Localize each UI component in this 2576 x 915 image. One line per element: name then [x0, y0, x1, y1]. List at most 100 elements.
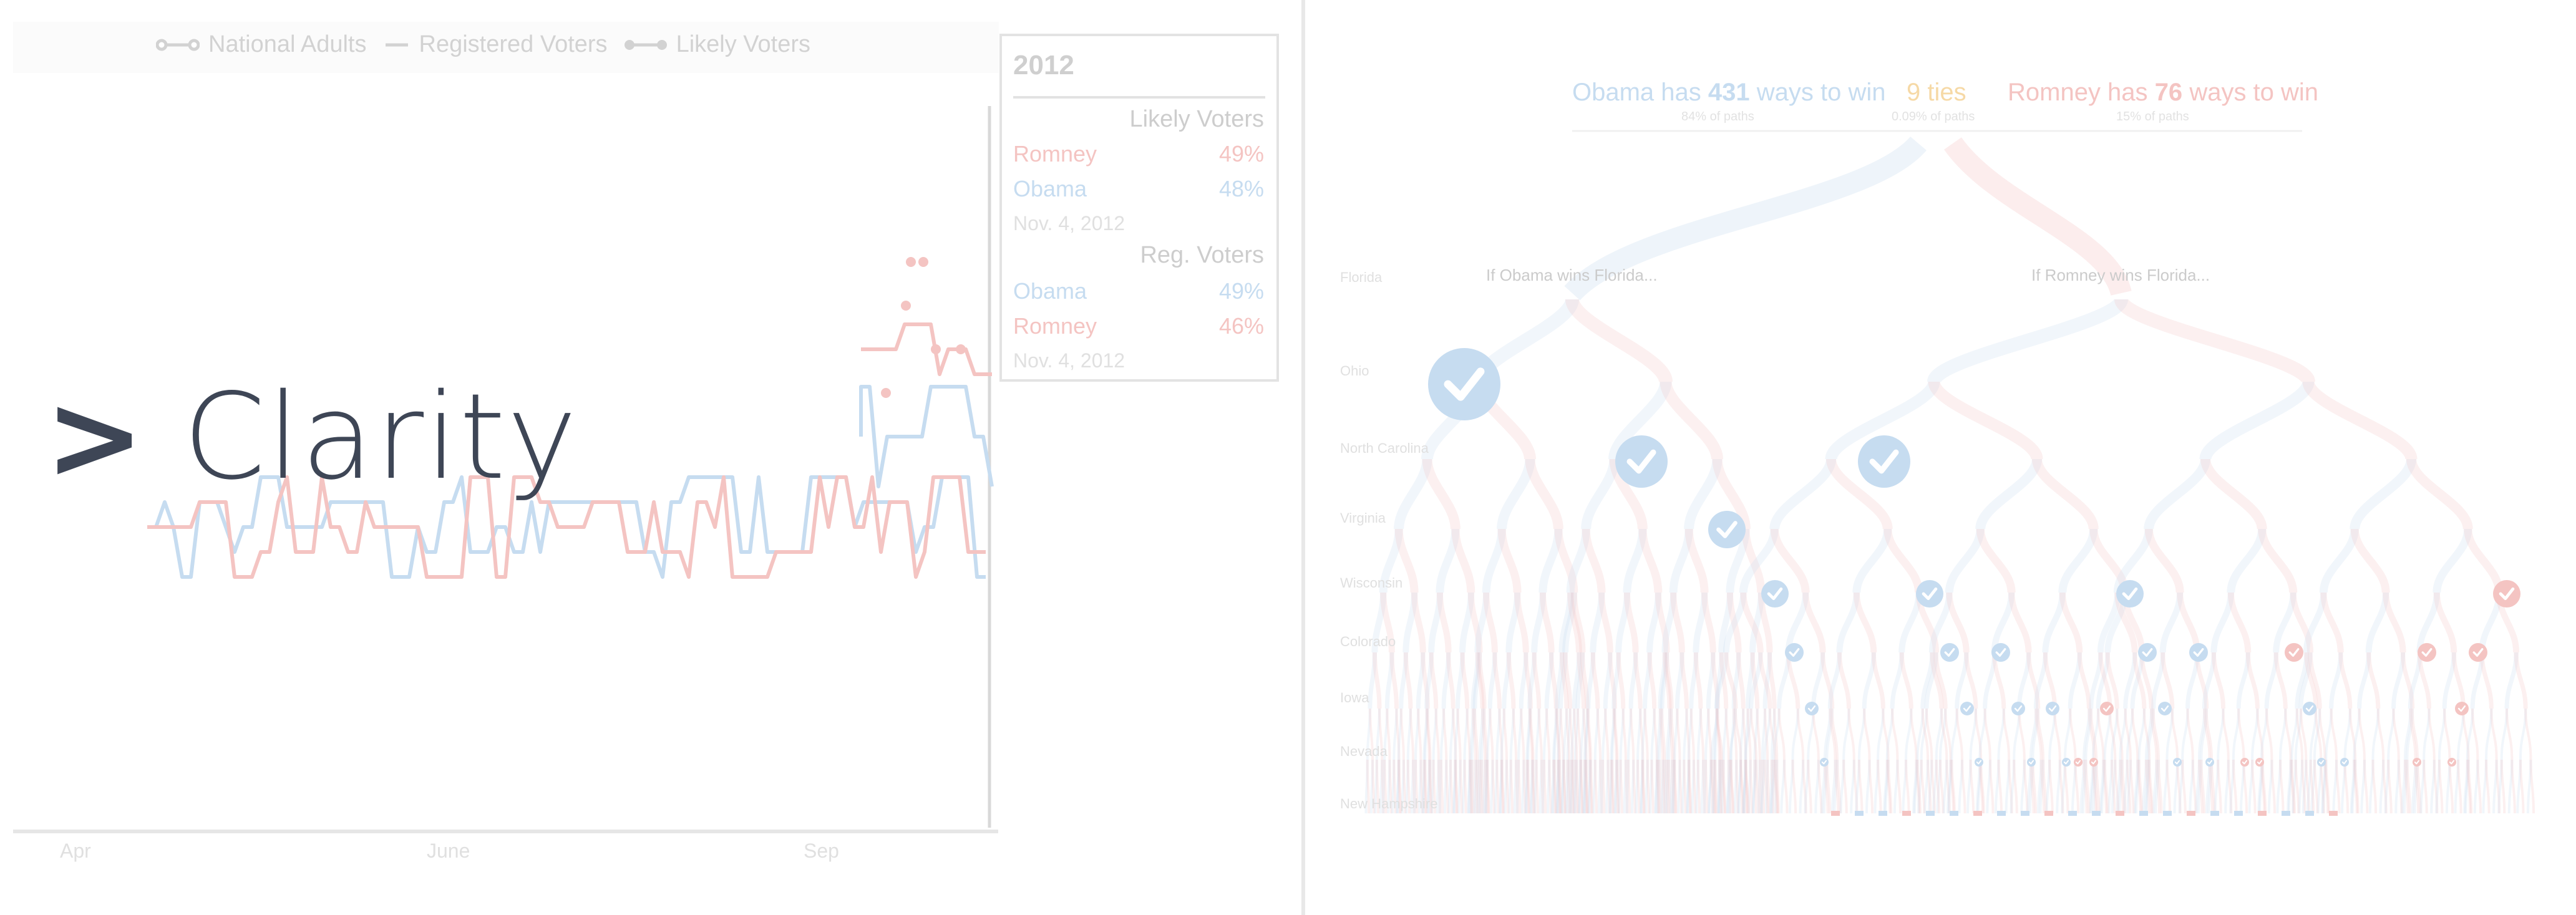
branch-label-romney-florida[interactable]: If Romney wins Florida... — [2031, 266, 2210, 285]
ties-heading: 9 ties — [1907, 79, 1966, 106]
tree-branch — [2165, 759, 2172, 814]
tree-branch — [2074, 759, 2080, 814]
tree-branch — [1610, 759, 1614, 814]
tree-branch — [2177, 592, 2200, 653]
check-circle-icon — [2046, 702, 2059, 715]
tree-branch — [1852, 528, 1892, 593]
tree-branch — [2210, 592, 2234, 653]
tree-branch — [1616, 652, 1626, 709]
tree-branch — [1905, 759, 1910, 814]
tree-branch — [1372, 652, 1382, 709]
tree-branch — [2500, 759, 2506, 814]
state-label: Iowa — [1340, 690, 1369, 705]
check-circle-icon — [2116, 580, 2144, 608]
tree-branch — [1469, 759, 1474, 814]
tree-branch — [1676, 708, 1681, 760]
tree-branch — [2284, 708, 2292, 760]
tree-branch — [2350, 458, 2416, 530]
tree-branch — [1883, 528, 1923, 593]
check-circle-icon — [1916, 580, 1943, 608]
tree-branch — [1497, 528, 1522, 593]
leaf-marker — [2163, 811, 2172, 816]
tree-branch — [1660, 380, 1723, 460]
tree-branch — [1638, 528, 1663, 593]
tree-branch — [2200, 458, 2267, 530]
tree-branch — [1506, 652, 1516, 709]
romney-suffix: ways to win — [2189, 79, 2319, 106]
tree-branch — [1581, 458, 1620, 530]
tree-branch — [1955, 708, 1963, 760]
tree-branch — [1486, 759, 1490, 814]
tree-branch — [2002, 708, 2011, 760]
tree-branch — [1696, 759, 1701, 814]
tree-branch — [2524, 708, 2532, 760]
tree-branch — [1679, 652, 1689, 709]
check-circle-icon — [1858, 435, 1910, 488]
tree-branch — [1497, 458, 1535, 530]
tree-branch — [2227, 528, 2267, 593]
state-label: North Carolina — [1340, 440, 1429, 456]
tree-branch — [1621, 708, 1627, 760]
tree-branch — [2338, 652, 2353, 709]
tree-branch — [2144, 528, 2184, 593]
tree-branch — [1514, 592, 1529, 653]
tree-branch — [2423, 759, 2428, 814]
tree-branch — [1495, 759, 1500, 814]
tree-branch — [1847, 708, 1855, 760]
tree-branch — [1553, 759, 1558, 814]
tree-branch — [2251, 759, 2257, 814]
tree-branch — [1575, 759, 1580, 814]
tree-branch — [1812, 708, 1820, 760]
tree-branch — [2237, 708, 2245, 760]
tree-branch — [2392, 708, 2400, 760]
tree-branch — [2245, 652, 2260, 709]
check-circle-icon — [1615, 435, 1668, 488]
obama-paths-heading: Obama has 431 ways to win — [1572, 79, 1886, 107]
check-circle-icon — [2455, 702, 2469, 715]
tree-branch — [1525, 458, 1563, 530]
tree-branch — [2457, 759, 2462, 814]
tree-branch — [1646, 759, 1650, 814]
tree-branch — [1927, 297, 2128, 384]
tree-branch — [1417, 708, 1422, 760]
tree-branch — [1928, 380, 2043, 461]
tree-branch — [1896, 759, 1902, 814]
tree-branch — [1619, 759, 1623, 814]
check-circle-icon — [1708, 511, 1746, 548]
tree-branch — [1456, 708, 1462, 760]
tree-branch — [2471, 708, 2479, 760]
tree-branch — [1656, 759, 1661, 814]
tree-branch — [1535, 759, 1539, 814]
tree-branch — [1454, 759, 1458, 814]
state-label: Ohio — [1340, 363, 1369, 379]
tree-branch — [2383, 592, 2406, 653]
tree-branch — [1445, 759, 1449, 814]
tree-branch — [2313, 759, 2319, 814]
tree-branch — [2350, 528, 2390, 593]
leaf-marker — [1902, 811, 1911, 816]
branch-label-obama-florida[interactable]: If Obama wins Florida... — [1486, 266, 1658, 285]
tree-branch — [1769, 458, 1836, 530]
tree-branch — [1877, 759, 1882, 814]
romney-paths-sub: 15% of paths — [2116, 110, 2189, 123]
leaf-marker — [1973, 811, 1982, 816]
tree-branch — [1451, 528, 1475, 593]
tree-branch — [2428, 708, 2436, 760]
tree-branch — [1512, 708, 1518, 760]
tree-branch — [1837, 652, 1851, 709]
ties-sub: 0.09% of paths — [1892, 110, 1975, 123]
leaf-marker — [1855, 811, 1864, 816]
tree-branch — [1537, 708, 1543, 760]
tree-branch — [2273, 652, 2288, 709]
check-circle-icon — [1761, 580, 1789, 608]
tree-branch — [1604, 708, 1610, 760]
paths-tree — [1364, 130, 2535, 816]
tree-branch — [1920, 759, 1926, 814]
tree-branch — [2043, 652, 2057, 709]
tree-branch — [2222, 708, 2230, 760]
tree-branch — [2032, 458, 2099, 530]
tree-branch — [2170, 708, 2179, 760]
tree-branch — [2279, 759, 2285, 814]
tree-branch — [1785, 592, 1809, 653]
tree-branch — [1626, 759, 1631, 814]
